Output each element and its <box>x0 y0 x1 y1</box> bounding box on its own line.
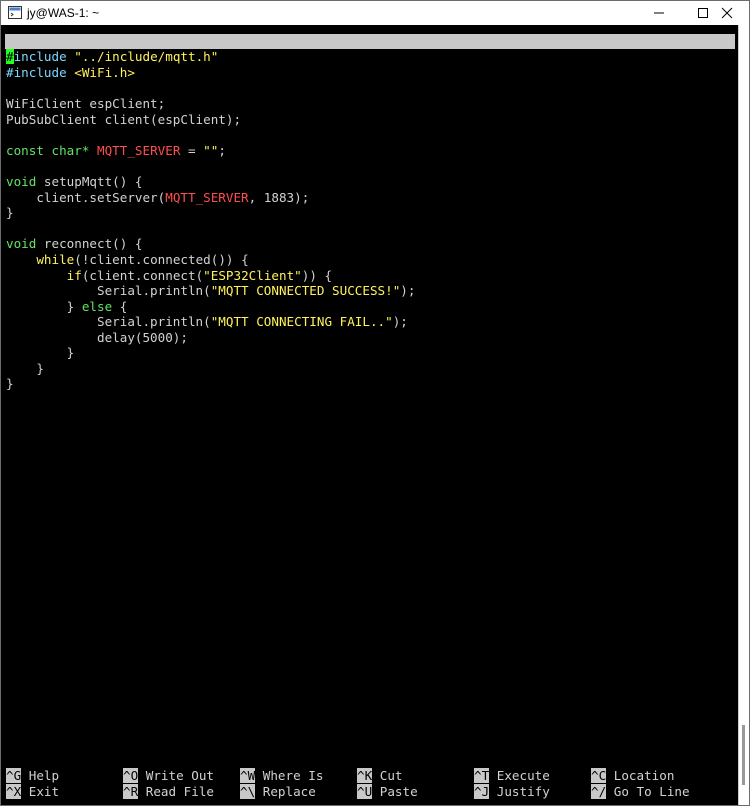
code-line-11[interactable]: } <box>6 205 14 221</box>
shortcut-replace[interactable]: ^\ Replace <box>240 784 316 799</box>
scroll-thumb[interactable] <box>742 725 745 785</box>
minimize-button[interactable] <box>637 1 681 25</box>
shortcut-location[interactable]: ^C Location <box>591 768 674 783</box>
code-line-15[interactable]: if(client.connect("ESP32Client")) { <box>6 268 332 284</box>
code-line-19[interactable]: delay(5000); <box>6 330 188 346</box>
title-bar[interactable]: jy@WAS-1: ~ <box>1 1 749 25</box>
text-cursor: # <box>6 49 14 64</box>
terminal-window: jy@WAS-1: ~ GNU nano 7.2 src/mqtt.cpp * … <box>0 0 750 806</box>
shortcut-read-file[interactable]: ^R Read File <box>123 784 214 799</box>
shortcut-justify[interactable]: ^J Justify <box>474 784 550 799</box>
code-line-16[interactable]: Serial.println("MQTT CONNECTED SUCCESS!"… <box>6 283 415 299</box>
shortcut-go-to-line[interactable]: ^/ Go To Line <box>591 784 690 799</box>
code-line-14[interactable]: while(!client.connected()) { <box>6 252 248 268</box>
scrollbar[interactable] <box>738 25 749 805</box>
code-line-20[interactable]: } <box>6 345 75 361</box>
terminal-area[interactable] <box>1 25 739 805</box>
shortcut-paste[interactable]: ^U Paste <box>357 784 418 799</box>
window-title: jy@WAS-1: ~ <box>27 6 100 20</box>
code-line-7[interactable]: const char* MQTT_SERVER = ""; <box>6 143 226 159</box>
code-line-21[interactable]: } <box>6 361 44 377</box>
code-line-13[interactable]: void reconnect() { <box>6 236 143 252</box>
close-icon <box>721 7 733 19</box>
shortcut-write-out[interactable]: ^O Write Out <box>123 768 214 783</box>
nano-header: GNU nano 7.2 src/mqtt.cpp * <box>5 34 735 79</box>
code-line-5[interactable]: PubSubClient client(espClient); <box>6 112 241 128</box>
nano-filename: src/mqtt.cpp * <box>340 64 447 79</box>
close-button[interactable] <box>705 1 749 25</box>
code-line-18[interactable]: Serial.println("MQTT CONNECTING FAIL..")… <box>6 314 408 330</box>
code-line-10[interactable]: client.setServer(MQTT_SERVER, 1883); <box>6 190 309 206</box>
code-line-2[interactable]: #include <WiFi.h> <box>6 65 135 81</box>
code-line-17[interactable]: } else { <box>6 299 128 315</box>
shortcut-exit[interactable]: ^X Exit <box>6 784 59 799</box>
shortcut-cut[interactable]: ^K Cut <box>357 768 403 783</box>
shortcut-help[interactable]: ^G Help <box>6 768 59 783</box>
code-line-1[interactable]: #include "../include/mqtt.h" <box>6 49 218 65</box>
minimize-icon <box>654 12 664 14</box>
shortcut-where-is[interactable]: ^W Where Is <box>240 768 323 783</box>
terminal-app-icon <box>8 6 22 19</box>
shortcut-execute[interactable]: ^T Execute <box>474 768 550 783</box>
code-line-22[interactable]: } <box>6 376 14 392</box>
code-line-4[interactable]: WiFiClient espClient; <box>6 96 165 112</box>
code-line-9[interactable]: void setupMqtt() { <box>6 174 143 190</box>
